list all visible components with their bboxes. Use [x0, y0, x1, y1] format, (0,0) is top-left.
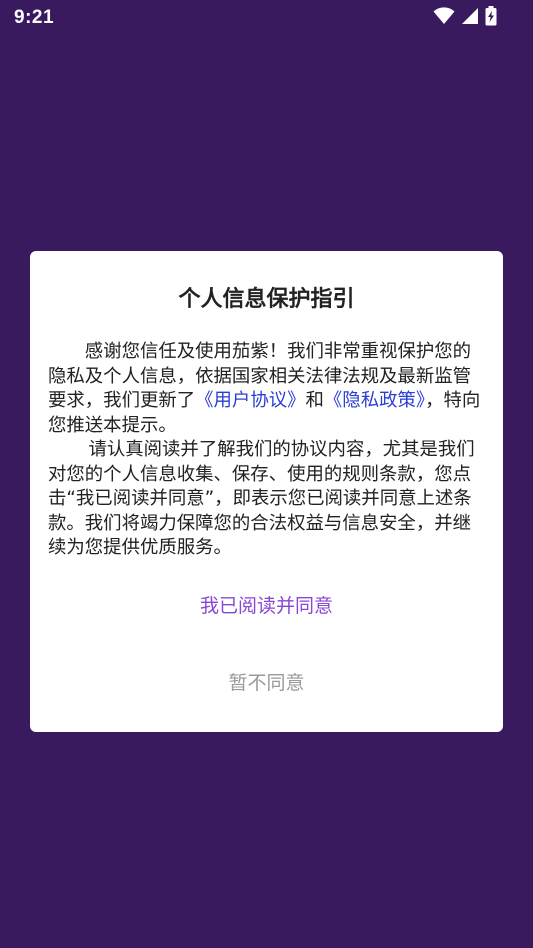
paragraph-1-conjunction: 和 — [305, 390, 324, 411]
status-icons — [433, 6, 497, 26]
cellular-signal-icon — [461, 7, 479, 25]
privacy-paragraph-1: 感谢您信任及使用茄紫！我们非常重视保护您的隐私及个人信息，依据国家相关法律法规及… — [48, 340, 488, 438]
dialog-body: 感谢您信任及使用茄紫！我们非常重视保护您的隐私及个人信息，依据国家相关法律法规及… — [48, 340, 488, 561]
user-agreement-link[interactable]: 《用户协议》 — [195, 390, 305, 411]
privacy-dialog: 个人信息保护指引 感谢您信任及使用茄紫！我们非常重视保护您的隐私及个人信息，依据… — [30, 251, 503, 732]
status-bar: 9:21 — [0, 0, 533, 36]
privacy-paragraph-2: 请认真阅读并了解我们的协议内容，尤其是我们对您的个人信息收集、保存、使用的规则条… — [48, 439, 475, 558]
wifi-icon — [433, 7, 455, 25]
status-time: 9:21 — [14, 7, 55, 28]
decline-button[interactable]: 暂不同意 — [30, 668, 503, 698]
agree-button[interactable]: 我已阅读并同意 — [30, 591, 503, 621]
privacy-policy-link[interactable]: 《隐私政策》 — [324, 390, 425, 411]
battery-charging-icon — [485, 6, 497, 26]
dialog-title: 个人信息保护指引 — [178, 287, 355, 312]
